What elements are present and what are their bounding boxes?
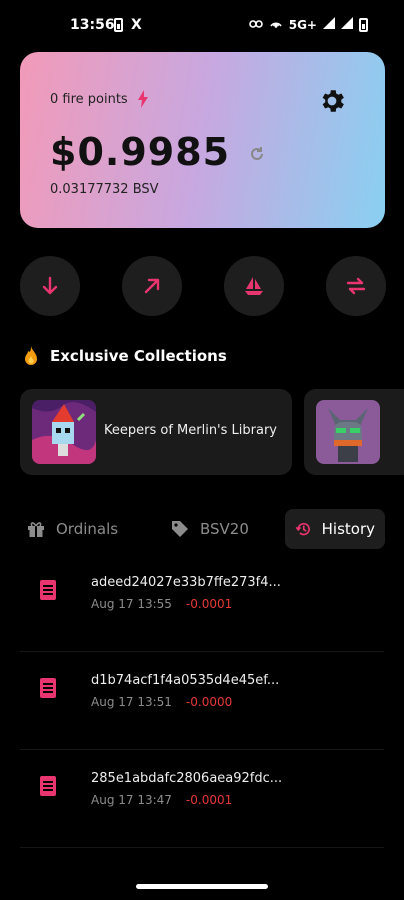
- lightning-icon: [137, 90, 148, 108]
- tx-date: Aug 17 13:47: [91, 793, 172, 807]
- receipt-icon: [40, 580, 56, 600]
- signal-icon: [323, 17, 335, 32]
- tx-amount: -0.0001: [185, 793, 233, 807]
- tab-bsv20[interactable]: BSV20: [170, 509, 249, 549]
- tx-amount: -0.0000: [185, 695, 233, 709]
- history-item[interactable]: adeed24027e33b7ffe273f4... Aug 17 13:55 …: [20, 553, 384, 652]
- hotspot-icon: [269, 17, 283, 32]
- history-icon: [295, 522, 310, 536]
- swap-button[interactable]: [326, 256, 386, 316]
- tab-label: BSV20: [200, 520, 249, 538]
- link-icon: [248, 18, 263, 32]
- arrow-down-icon: [42, 276, 58, 295]
- home-indicator[interactable]: [136, 884, 268, 889]
- x-app-icon: X: [131, 17, 142, 33]
- tag-icon: [172, 521, 188, 537]
- status-bar: 13:56 X 5G+: [0, 14, 404, 40]
- tx-hash: 285e1abdafc2806aea92fdc...: [91, 771, 283, 786]
- balance-card: 0 fire points $0.9985 0.03177732 BSV: [20, 52, 385, 228]
- collection-thumbnail: [316, 400, 380, 464]
- collection-name: Keepers of Merlin's Library: [104, 423, 277, 438]
- collection-card[interactable]: Keepers of Merlin's Library: [20, 389, 292, 475]
- tab-label: History: [321, 520, 375, 538]
- section-title: Exclusive Collections: [50, 347, 227, 365]
- tab-label: Ordinals: [56, 520, 119, 538]
- receipt-icon: [40, 678, 56, 698]
- tx-hash: adeed24027e33b7ffe273f4...: [91, 575, 281, 590]
- fire-points-label: 0 fire points: [50, 91, 128, 107]
- sailboat-icon: [245, 277, 263, 295]
- bsv-balance: 0.03177732 BSV: [50, 182, 159, 197]
- collection-card[interactable]: [304, 389, 404, 475]
- fire-icon: [25, 346, 37, 365]
- send-button[interactable]: [122, 256, 182, 316]
- swap-icon: [346, 277, 366, 295]
- asset-tabs: Ordinals BSV20 History: [20, 509, 390, 549]
- battery-icon: [359, 17, 368, 32]
- tx-hash: d1b74acf1f4a0535d4e45ef...: [91, 673, 280, 688]
- network-label: 5G+: [288, 17, 317, 32]
- receive-button[interactable]: [20, 256, 80, 316]
- history-item[interactable]: d1b74acf1f4a0535d4e45ef... Aug 17 13:51 …: [20, 651, 384, 750]
- battery-saver-icon: [114, 18, 123, 32]
- status-time: 13:56: [70, 17, 115, 33]
- collections-header: Exclusive Collections: [22, 346, 227, 366]
- gear-icon[interactable]: [317, 86, 347, 116]
- tx-date: Aug 17 13:55: [91, 597, 172, 611]
- tx-date: Aug 17 13:51: [91, 695, 172, 709]
- arrow-up-right-icon: [144, 278, 160, 294]
- tab-history[interactable]: History: [285, 509, 385, 549]
- receipt-icon: [40, 776, 56, 796]
- marketplace-button[interactable]: [224, 256, 284, 316]
- balance-amount: $0.9985: [50, 130, 231, 174]
- signal-icon-2: [341, 17, 353, 32]
- action-buttons: [20, 256, 386, 316]
- tx-amount: -0.0001: [185, 597, 233, 611]
- gift-icon: [28, 522, 44, 537]
- refresh-icon[interactable]: [248, 145, 266, 163]
- collection-thumbnail: [32, 400, 96, 464]
- history-item[interactable]: 285e1abdafc2806aea92fdc... Aug 17 13:47 …: [20, 749, 384, 848]
- tab-ordinals[interactable]: Ordinals: [26, 509, 118, 549]
